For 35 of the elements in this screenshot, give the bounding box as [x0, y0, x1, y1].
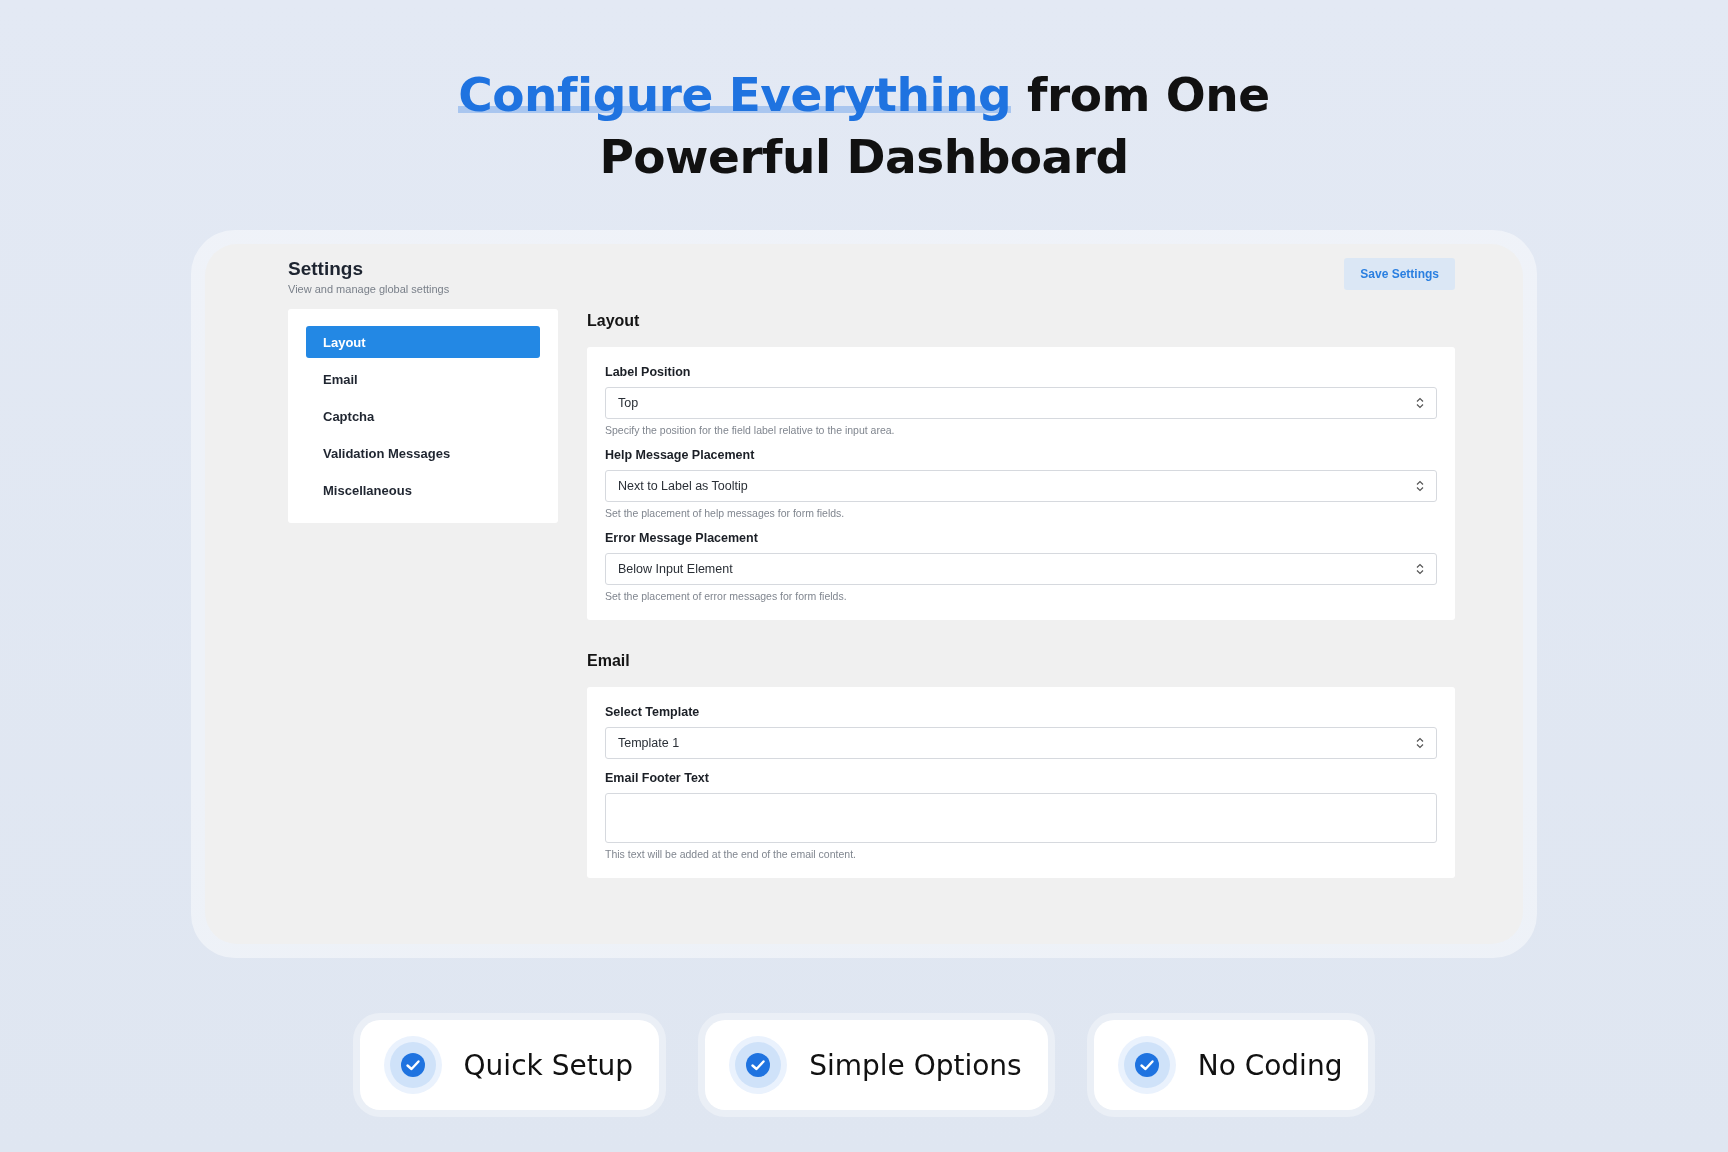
sidebar-item[interactable]: Validation Messages [306, 437, 540, 469]
check-circle-icon [1117, 1036, 1176, 1094]
chevron-updown-icon [1416, 397, 1424, 409]
chevron-updown-icon [1416, 563, 1424, 575]
page-subtitle: View and manage global settings [288, 283, 450, 295]
field-label: Select Template [605, 705, 701, 719]
feature-label: Simple Options [809, 1048, 1022, 1082]
field-label: Help Message Placement [605, 448, 756, 462]
section-title: Email [587, 652, 631, 670]
sidebar-item[interactable]: Captcha [306, 400, 540, 432]
help-text: Set the placement of help messages for form fields. [605, 507, 846, 519]
feature-label: Quick Setup [463, 1048, 634, 1082]
select-field[interactable]: Below Input Element [605, 553, 1437, 585]
headline-text: Powerful Dashboard [598, 128, 1130, 186]
help-text: Specify the position for the field label relative to the input area. [605, 424, 896, 436]
sidebar-item[interactable]: Layout [306, 326, 540, 358]
help-text: This text will be added at the end of the email content. [605, 848, 857, 860]
check-circle-icon [383, 1036, 442, 1094]
field-label: Label Position [605, 365, 692, 379]
sidebar-item[interactable]: Email [306, 363, 540, 395]
sidebar-item[interactable]: Miscellaneous [306, 474, 540, 506]
feature-label: No Coding [1197, 1048, 1343, 1082]
check-circle-icon [729, 1036, 788, 1094]
select-field[interactable]: Template 1 [605, 727, 1437, 759]
field-label: Email Footer Text [605, 771, 710, 785]
text-area[interactable] [605, 793, 1437, 843]
chevron-updown-icon [1416, 737, 1424, 749]
section-title: Layout [587, 312, 641, 330]
field-label: Error Message Placement [605, 531, 759, 545]
chevron-updown-icon [1416, 480, 1424, 492]
headline-text: from One [1027, 67, 1270, 122]
page-title: Settings [288, 258, 364, 280]
select-field[interactable]: Next to Label as Tooltip [605, 470, 1437, 502]
select-field[interactable]: Top [605, 387, 1437, 419]
help-text: Set the placement of error messages for form fields. [605, 590, 848, 602]
